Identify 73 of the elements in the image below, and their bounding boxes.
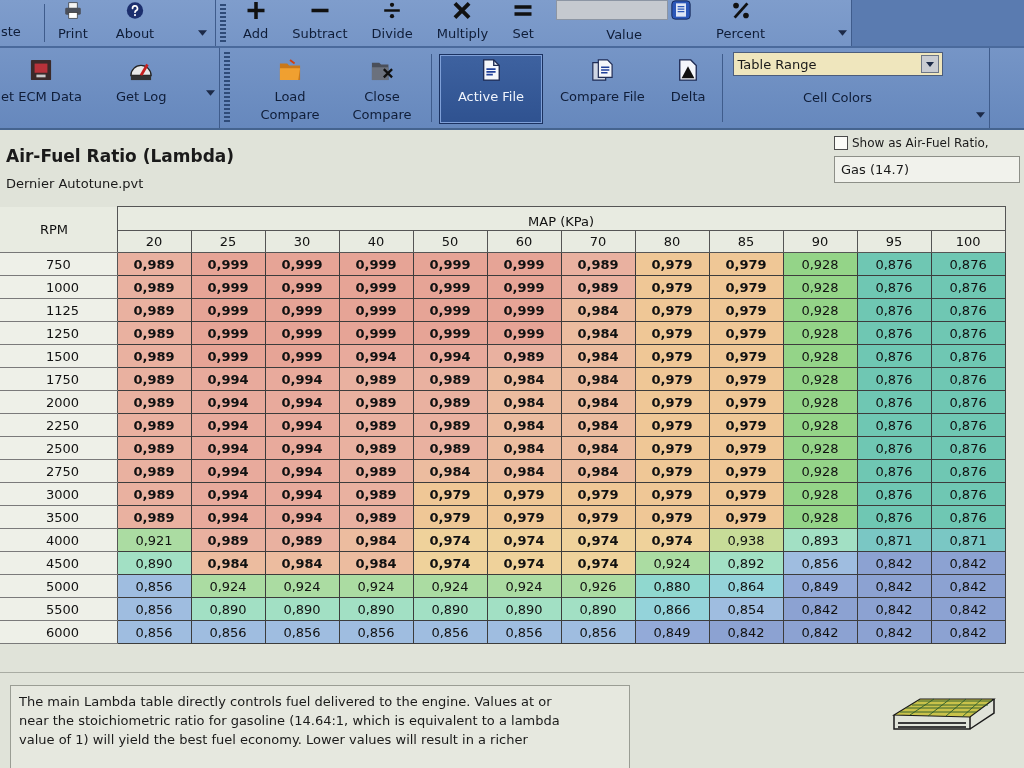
percent-button[interactable]: Percent: [707, 0, 775, 46]
axis-title: MAP (KPa): [117, 206, 1006, 231]
column-header: 60: [487, 230, 561, 253]
module-icon: [30, 59, 53, 81]
row-header: 1000: [0, 275, 117, 299]
group-label: Cell Colors: [802, 90, 873, 105]
value-field[interactable]: [556, 0, 669, 20]
row-header: 1250: [0, 321, 117, 345]
column-header: 80: [635, 230, 709, 253]
add-button[interactable]: Add: [234, 0, 278, 46]
column-header: 70: [561, 230, 635, 253]
row-header: 5000: [0, 574, 117, 598]
get-log-button[interactable]: Get Log: [106, 48, 176, 128]
column-header: 95: [857, 230, 931, 253]
row-header: 750: [0, 252, 117, 276]
axis-title: RPM: [0, 206, 117, 253]
multiply-button[interactable]: Multiply: [427, 0, 498, 46]
caret-icon: [925, 61, 934, 67]
file-name: Dernier Autotune.pvt: [6, 176, 145, 191]
document-icon: [480, 59, 502, 81]
document-triangle-icon: [677, 59, 700, 81]
column-header: 85: [709, 230, 783, 253]
divide-button[interactable]: Divide: [362, 0, 422, 46]
set-button[interactable]: Set: [503, 0, 544, 46]
column-header: 40: [339, 230, 413, 253]
dropdown-arrow-button[interactable]: [920, 55, 939, 73]
column-header: 25: [191, 230, 265, 253]
paste-button[interactable]: ste: [0, 0, 30, 46]
view-mode-tab[interactable]: Delta: [661, 54, 715, 124]
row-header: 2250: [0, 413, 117, 437]
get-ecm-data-button[interactable]: et ECM Data: [0, 48, 91, 128]
fuel-type-dropdown[interactable]: Gas (14.7): [834, 156, 1020, 183]
subtract-button[interactable]: Subtract: [283, 0, 357, 46]
print-button[interactable]: Print: [48, 0, 97, 46]
grip-handle[interactable]: [224, 52, 230, 124]
row-header: 5500: [0, 597, 117, 621]
row-header: 2500: [0, 436, 117, 460]
description-text: The main Lambda table directly controls fuel delivered to the engine. Values at or near the stoichiometric ratio for gasoline (14.64:1, which is equivalent to a lambda value of 1) will yield the best fuel economy. Lower values will result in a richer: [19, 693, 561, 749]
checkbox[interactable]: [834, 136, 848, 150]
row-header: 4000: [0, 528, 117, 552]
row-header: 3000: [0, 482, 117, 506]
caret-icon[interactable]: [198, 30, 207, 36]
view-mode-tab[interactable]: Compare File: [551, 54, 654, 124]
documents-icon: [591, 59, 614, 81]
help-icon: [124, 2, 146, 19]
load-compare-button[interactable]: Load Compare: [244, 48, 336, 128]
equals-icon: [512, 2, 535, 19]
column-header: 100: [931, 230, 1006, 253]
column-header: 30: [265, 230, 339, 253]
row-header: 1125: [0, 298, 117, 322]
row-header: 1500: [0, 344, 117, 368]
row-header: 2000: [0, 390, 117, 414]
column-header: 90: [783, 230, 857, 253]
table-title: Air-Fuel Ratio (Lambda): [6, 146, 235, 166]
cell-colors-dropdown[interactable]: Table Range: [732, 52, 943, 76]
grip-handle[interactable]: [220, 4, 226, 42]
row-header: 1750: [0, 367, 117, 391]
caret-icon[interactable]: [976, 112, 985, 118]
view-mode-tab[interactable]: Active File: [439, 54, 543, 124]
row-header: 3500: [0, 505, 117, 529]
row-header: 6000: [0, 620, 117, 644]
row-header: 4500: [0, 551, 117, 575]
notebook-icon: [670, 0, 693, 20]
caret-icon[interactable]: [206, 90, 215, 96]
about-button[interactable]: About: [106, 0, 164, 46]
column-header: 50: [413, 230, 487, 253]
folder-icon: [279, 59, 301, 81]
caret-icon[interactable]: [838, 30, 847, 36]
column-header: 20: [117, 230, 191, 253]
field-label: Value: [606, 26, 642, 44]
checkbox-label[interactable]: Show as Air-Fuel Ratio,: [852, 136, 989, 150]
row-header: 2750: [0, 459, 117, 483]
close-compare-button[interactable]: Close Compare: [336, 48, 428, 128]
